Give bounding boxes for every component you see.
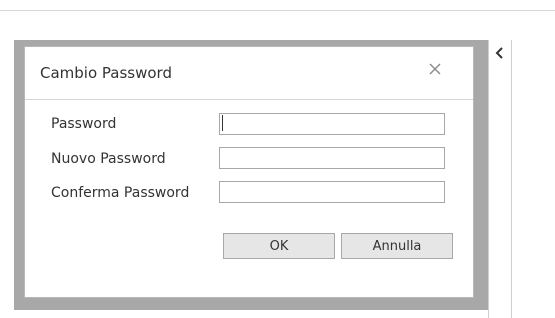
change-password-dialog: Cambio Password Password Nuovo Password … bbox=[24, 46, 474, 298]
cancel-button[interactable]: Annulla bbox=[341, 233, 453, 259]
header-divider bbox=[25, 99, 473, 100]
side-panel bbox=[488, 40, 512, 318]
confirm-password-label: Conferma Password bbox=[51, 185, 190, 201]
confirm-password-field[interactable] bbox=[219, 181, 445, 203]
dialog-title: Cambio Password bbox=[40, 64, 172, 82]
new-password-field[interactable] bbox=[219, 147, 445, 169]
page: Cambio Password Password Nuovo Password … bbox=[0, 0, 555, 318]
close-icon[interactable] bbox=[427, 61, 443, 77]
chevron-left-icon[interactable] bbox=[493, 46, 507, 60]
ok-button[interactable]: OK bbox=[223, 233, 335, 259]
top-divider bbox=[0, 10, 555, 11]
password-field[interactable] bbox=[219, 113, 445, 135]
new-password-label: Nuovo Password bbox=[51, 151, 166, 167]
text-caret bbox=[222, 115, 223, 131]
dialog-header: Cambio Password bbox=[25, 47, 473, 99]
password-label: Password bbox=[51, 116, 117, 132]
